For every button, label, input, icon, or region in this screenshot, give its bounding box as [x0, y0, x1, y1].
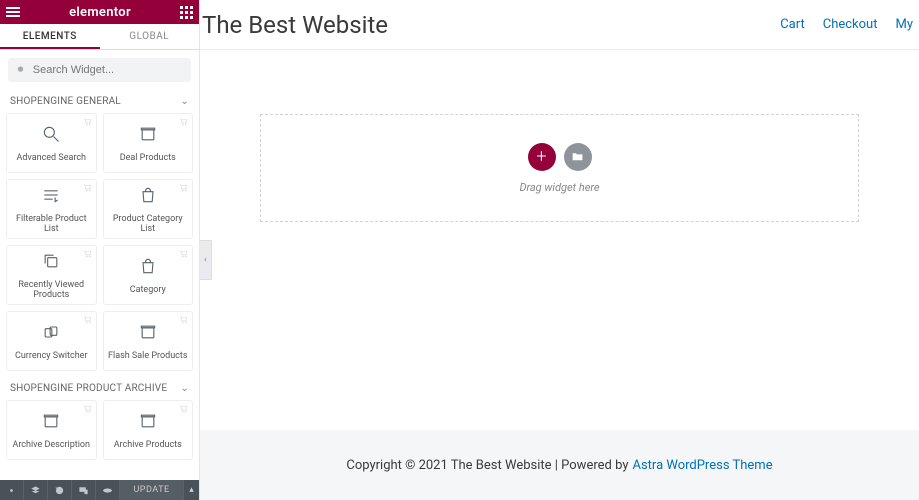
widget-label: Product Category List [108, 214, 189, 234]
widget-label: Advanced Search [16, 153, 86, 163]
tab-global[interactable]: GLOBAL [100, 24, 200, 49]
preview-area: The Best Website Cart Checkout My + Drag… [200, 0, 919, 500]
widgets-scroll[interactable]: SHOPENGINE GENERAL ⌄ Advanced Search Dea… [0, 90, 199, 480]
widget-category[interactable]: Category [103, 245, 194, 305]
bag-icon [138, 185, 158, 208]
category-title: SHOPENGINE GENERAL [10, 96, 121, 107]
chevron-down-icon: ⌄ [180, 383, 189, 394]
drop-section[interactable]: + Drag widget here [260, 114, 859, 222]
widget-label: Flash Sale Products [108, 351, 187, 361]
cart-badge-icon [179, 117, 189, 130]
canvas-area[interactable]: + Drag widget here [200, 50, 919, 430]
cart-badge-icon [179, 315, 189, 328]
brand-label: elementor [69, 5, 131, 20]
widget-flash-sale[interactable]: Flash Sale Products [103, 311, 194, 371]
search-icon [41, 124, 61, 147]
site-title: The Best Website [202, 11, 388, 39]
cart-badge-icon [83, 404, 93, 417]
widget-label: Archive Products [114, 440, 182, 450]
currency-icon [41, 322, 61, 345]
search-container [0, 50, 199, 90]
template-library-button[interactable] [564, 143, 592, 171]
widget-product-category-list[interactable]: Product Category List [103, 179, 194, 239]
category-header-archive[interactable]: SHOPENGINE PRODUCT ARCHIVE ⌄ [0, 377, 199, 400]
widget-filterable-list[interactable]: Filterable Product List [6, 179, 97, 239]
cart-badge-icon [179, 249, 189, 262]
footer-theme-link[interactable]: Astra WordPress Theme [632, 458, 772, 473]
drop-hint: Drag widget here [519, 181, 599, 194]
widgets-grid-general: Advanced Search Deal Products Filterable… [0, 113, 199, 377]
bag-icon [138, 256, 158, 279]
folder-icon [571, 150, 584, 163]
widget-currency-switcher[interactable]: Currency Switcher [6, 311, 97, 371]
box-icon [138, 322, 158, 345]
copy-icon [41, 251, 61, 274]
cart-badge-icon [83, 117, 93, 130]
widget-label: Filterable Product List [11, 214, 92, 234]
widget-advanced-search[interactable]: Advanced Search [6, 113, 97, 173]
add-section-button[interactable]: + [528, 143, 556, 171]
site-nav: Cart Checkout My [780, 17, 913, 32]
panel-header: elementor [0, 0, 199, 24]
search-icon [16, 64, 27, 76]
cart-badge-icon [83, 315, 93, 328]
update-options-button[interactable]: ▴ [183, 480, 199, 500]
cart-badge-icon [83, 183, 93, 196]
chevron-down-icon: ⌄ [180, 96, 189, 107]
search-box[interactable] [8, 58, 191, 82]
category-title: SHOPENGINE PRODUCT ARCHIVE [10, 383, 167, 394]
elementor-panel: elementor ELEMENTS GLOBAL SHOPENGINE GEN… [0, 0, 200, 500]
widget-archive-description[interactable]: Archive Description [6, 400, 97, 460]
widget-label: Deal Products [120, 153, 176, 163]
site-header: The Best Website Cart Checkout My [200, 0, 919, 50]
widgets-grid-archive: Archive Description Archive Products [0, 400, 199, 466]
nav-my[interactable]: My [895, 17, 913, 32]
nav-checkout[interactable]: Checkout [823, 17, 878, 32]
navigator-button[interactable] [24, 480, 48, 500]
preview-button[interactable] [96, 480, 120, 500]
panel-bottombar: UPDATE ▴ [0, 480, 199, 500]
nav-cart[interactable]: Cart [780, 17, 805, 32]
update-button[interactable]: UPDATE [120, 480, 183, 500]
box-icon [41, 411, 61, 434]
widget-archive-products[interactable]: Archive Products [103, 400, 194, 460]
box-icon [138, 411, 158, 434]
widget-label: Currency Switcher [15, 351, 88, 361]
widget-label: Archive Description [12, 440, 90, 450]
category-header-general[interactable]: SHOPENGINE GENERAL ⌄ [0, 90, 199, 113]
history-button[interactable] [48, 480, 72, 500]
widget-label: Category [130, 285, 166, 295]
widget-recently-viewed[interactable]: Recently Viewed Products [6, 245, 97, 305]
cart-badge-icon [179, 183, 189, 196]
footer-text: Copyright © 2021 The Best Website | Powe… [346, 458, 628, 473]
cart-badge-icon [179, 404, 189, 417]
widgets-grid-icon[interactable] [180, 6, 193, 19]
site-footer: Copyright © 2021 The Best Website | Powe… [200, 430, 919, 500]
menu-icon[interactable] [6, 7, 20, 17]
panel-tabs: ELEMENTS GLOBAL [0, 24, 199, 50]
box-icon [138, 124, 158, 147]
widget-label: Recently Viewed Products [11, 280, 92, 300]
responsive-button[interactable] [72, 480, 96, 500]
search-input[interactable] [33, 64, 183, 76]
settings-button[interactable] [0, 480, 24, 500]
filter-icon [41, 185, 61, 208]
widget-deal-products[interactable]: Deal Products [103, 113, 194, 173]
tab-elements[interactable]: ELEMENTS [0, 24, 100, 49]
cart-badge-icon [83, 249, 93, 262]
add-buttons: + [528, 143, 592, 171]
collapse-panel-button[interactable]: ‹ [200, 240, 212, 280]
